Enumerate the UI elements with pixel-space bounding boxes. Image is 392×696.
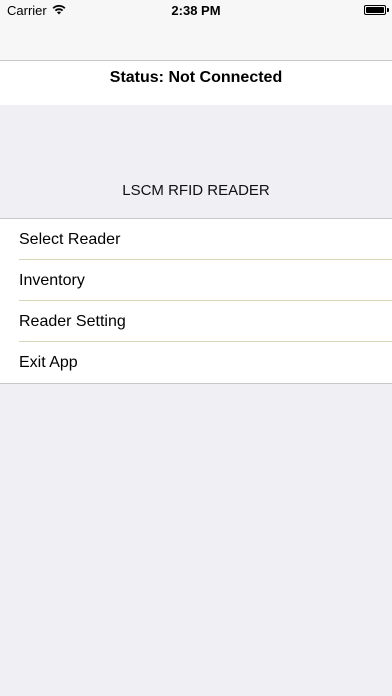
app-screen: Carrier 2:38 PM Status: Not Connected LS… [0,0,392,696]
status-time: 2:38 PM [171,3,221,18]
battery-fill [366,7,384,13]
battery-icon [364,5,386,15]
menu-item-exit-app[interactable]: Exit App [0,342,392,383]
menu-item-label: Exit App [19,354,78,371]
main-menu-list: Select Reader Inventory Reader Setting E… [0,218,392,384]
connection-status-panel: Status: Not Connected [0,61,392,105]
menu-item-label: Inventory [19,272,85,289]
navigation-bar [0,22,392,61]
connection-status-label: Status: Not Connected [109,69,283,86]
section-title: LSCM RFID READER [122,182,270,199]
status-bar: Carrier 2:38 PM [0,0,392,22]
menu-item-select-reader[interactable]: Select Reader [0,219,392,260]
menu-item-reader-setting[interactable]: Reader Setting [0,301,392,342]
menu-item-inventory[interactable]: Inventory [0,260,392,301]
menu-item-label: Select Reader [19,231,121,248]
menu-item-label: Reader Setting [19,313,126,330]
battery-nub [387,8,389,12]
